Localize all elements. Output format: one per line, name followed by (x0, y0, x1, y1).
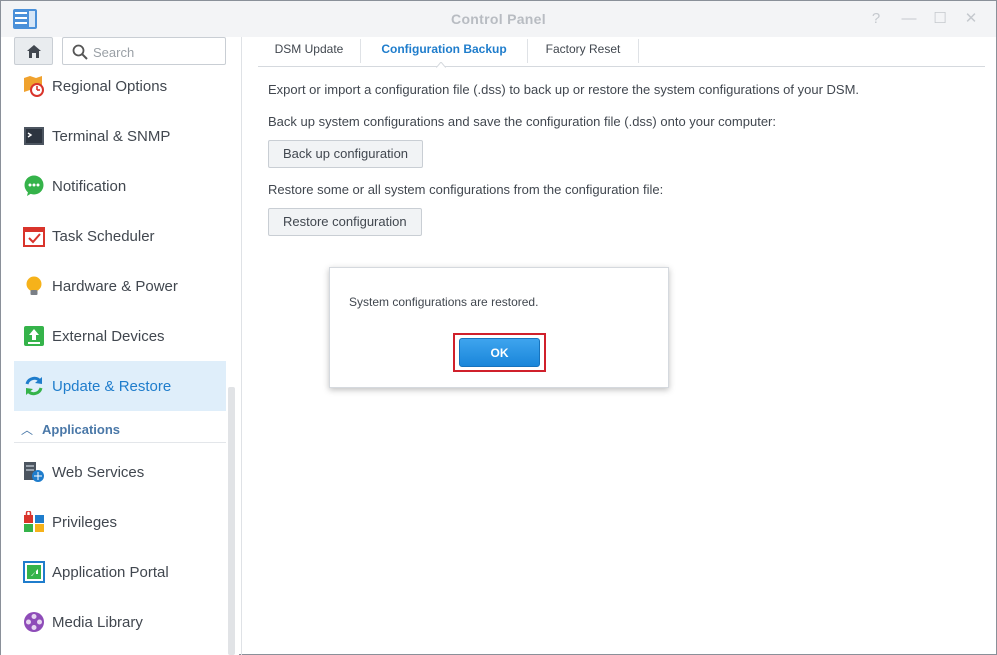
backup-configuration-button[interactable]: Back up configuration (268, 140, 424, 168)
close-button[interactable]: ✕ (961, 9, 981, 29)
sidebar-item-web-services[interactable]: Web Services (14, 447, 226, 497)
sidebar-item-application-portal[interactable]: Application Portal (14, 547, 226, 597)
search-icon (72, 44, 88, 60)
sidebar-item-label: Regional Options (52, 77, 168, 95)
sidebar-item-label: Task Scheduler (52, 227, 155, 245)
chevron-up-icon: ︿ (21, 423, 34, 437)
sidebar-item-label: Media Library (52, 613, 143, 631)
task-scheduler-icon (22, 224, 46, 248)
sidebar-item-hardware-power[interactable]: Hardware & Power (14, 261, 226, 311)
sidebar-item-label: External Devices (52, 327, 165, 345)
tab-bar: DSM Update Configuration Backup Factory … (258, 37, 985, 67)
backup-description: Back up system configurations and save t… (268, 114, 776, 129)
home-icon (26, 44, 41, 58)
message-dialog: System configurations are restored. OK (329, 267, 669, 388)
lightbulb-icon (22, 274, 46, 298)
sidebar-item-label: Terminal & SNMP (52, 127, 171, 145)
ok-button-highlight: OK (453, 333, 546, 372)
active-tab-caret-icon (436, 62, 446, 68)
sidebar-item-label: Application Portal (52, 563, 169, 581)
sidebar-item-label: Privileges (52, 513, 118, 531)
media-library-icon (22, 610, 46, 634)
sidebar-item-update-restore[interactable]: Update & Restore (14, 361, 226, 411)
tab-factory-reset[interactable]: Factory Reset (528, 37, 638, 67)
application-portal-icon (22, 560, 46, 584)
intro-text: Export or import a configuration file (.… (268, 82, 860, 97)
restore-configuration-button[interactable]: Restore configuration (268, 208, 422, 236)
restore-description: Restore some or all system configuration… (268, 182, 664, 197)
sidebar-item-label: Hardware & Power (52, 277, 178, 295)
notification-icon (22, 174, 46, 198)
sidebar-item-label: Notification (52, 177, 127, 195)
regional-options-icon (22, 74, 46, 98)
ok-button[interactable]: OK (459, 338, 540, 367)
help-button[interactable]: ? (866, 9, 886, 29)
section-label: Applications (42, 422, 121, 437)
section-applications[interactable]: ︿ Applications (14, 417, 226, 443)
tab-separator (638, 39, 639, 63)
sidebar: Regional Options Terminal & SNMP (1, 37, 239, 655)
sidebar-divider (241, 37, 242, 655)
sidebar-scrollbar[interactable] (228, 387, 235, 655)
minimize-button[interactable]: — (899, 9, 919, 29)
sidebar-item-task-scheduler[interactable]: Task Scheduler (14, 211, 226, 261)
terminal-icon (22, 124, 46, 148)
sidebar-item-terminal-snmp[interactable]: Terminal & SNMP (14, 111, 226, 161)
sidebar-item-label: Update & Restore (52, 377, 172, 395)
title-bar: Control Panel ? — ☐ ✕ (1, 1, 996, 37)
sidebar-item-media-library[interactable]: Media Library (14, 597, 226, 647)
sidebar-item-notification[interactable]: Notification (14, 161, 226, 211)
sidebar-item-label: Web Services (52, 463, 145, 481)
sidebar-item-regional-options[interactable]: Regional Options (14, 61, 226, 111)
sidebar-item-privileges[interactable]: Privileges (14, 497, 226, 547)
privileges-icon (22, 510, 46, 534)
sidebar-item-external-devices[interactable]: External Devices (14, 311, 226, 361)
control-panel-window: Control Panel ? — ☐ ✕ Search Regional Op… (0, 0, 997, 655)
web-services-icon (22, 460, 46, 484)
external-devices-icon (22, 324, 46, 348)
tab-dsm-update[interactable]: DSM Update (258, 37, 360, 67)
update-restore-icon (22, 374, 46, 398)
search-input[interactable] (93, 42, 221, 62)
window-title: Control Panel (451, 11, 546, 27)
dialog-message: System configurations are restored. (349, 295, 539, 309)
maximize-button[interactable]: ☐ (930, 9, 950, 29)
